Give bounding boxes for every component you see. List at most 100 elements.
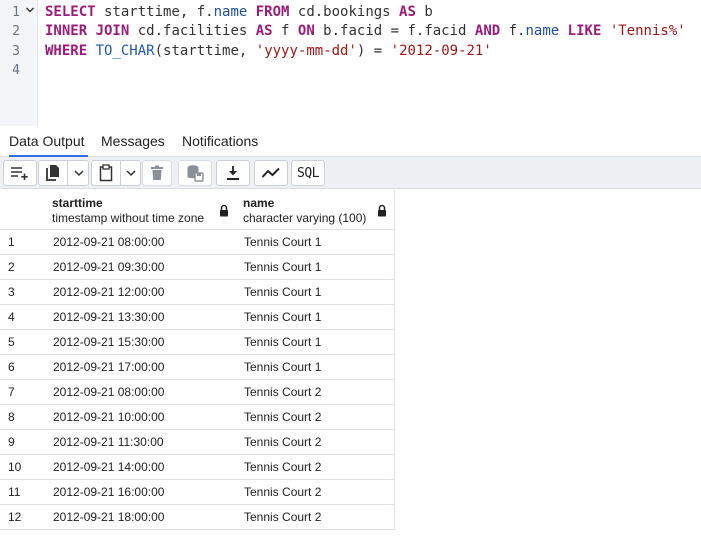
code-line-2[interactable]: INNER JOIN cd.facilities AS f ON b.facid… [45, 22, 686, 41]
chevron-down-icon [73, 170, 84, 177]
starttime-cell[interactable]: 2012-09-21 17:00:00 [45, 355, 237, 380]
row-number-cell[interactable]: 4 [0, 305, 46, 330]
name-cell[interactable]: Tennis Court 2 [236, 430, 395, 455]
row-number-cell[interactable]: 2 [0, 255, 46, 280]
code-token: 'yyyy-mm-dd' [255, 43, 357, 59]
code-token: cd.facilities [129, 23, 256, 39]
code-token: SELECT [45, 4, 96, 20]
column-name: starttime [52, 196, 103, 210]
starttime-cell[interactable]: 2012-09-21 08:00:00 [45, 230, 237, 255]
column-header-starttime[interactable]: starttime timestamp without time zone [45, 190, 237, 230]
name-cell[interactable]: Tennis Court 1 [236, 255, 395, 280]
code-line-1[interactable]: SELECT starttime, f.name FROM cd.booking… [45, 3, 433, 22]
code-token: '2012-09-21' [390, 43, 492, 59]
name-cell[interactable]: Tennis Court 2 [236, 480, 395, 505]
starttime-cell[interactable]: 2012-09-21 08:00:00 [45, 380, 237, 405]
starttime-cell[interactable]: 2012-09-21 09:30:00 [45, 255, 237, 280]
name-cell[interactable]: Tennis Court 1 [236, 355, 395, 380]
line-number: 2 [12, 24, 20, 39]
query-editor[interactable]: 1 2 3 4 SELECT starttime, f.name FROM cd… [0, 0, 701, 126]
name-cell[interactable]: Tennis Court 1 [236, 305, 395, 330]
row-number-cell[interactable]: 8 [0, 405, 46, 430]
data-output-toolbar: SQL [0, 157, 701, 189]
copy-options-dropdown[interactable] [68, 161, 89, 185]
column-type: timestamp without time zone [52, 211, 205, 225]
starttime-cell[interactable]: 2012-09-21 10:00:00 [45, 405, 237, 430]
delete-icon [151, 165, 163, 180]
row-number-cell[interactable]: 9 [0, 430, 46, 455]
download-icon [227, 166, 239, 180]
column-header-name[interactable]: name character varying (100) [236, 190, 395, 230]
starttime-cell[interactable]: 2012-09-21 12:00:00 [45, 280, 237, 305]
add-row-button[interactable] [3, 160, 37, 186]
paste-options-dropdown[interactable] [121, 161, 141, 185]
download-button[interactable] [216, 160, 250, 186]
code-token: WHERE [45, 43, 88, 59]
graph-visualiser-button[interactable] [254, 160, 288, 186]
view-sql-button[interactable]: SQL [291, 160, 325, 186]
code-token: ) = [356, 43, 391, 59]
name-cell[interactable]: Tennis Court 2 [236, 405, 395, 430]
row-number-cell[interactable]: 3 [0, 280, 46, 305]
name-cell[interactable]: Tennis Court 1 [236, 330, 395, 355]
name-cell[interactable]: Tennis Court 1 [236, 230, 395, 255]
row-number-cell[interactable]: 1 [0, 230, 46, 255]
save-data-button[interactable] [178, 160, 212, 186]
starttime-cell[interactable]: 2012-09-21 18:00:00 [45, 505, 237, 530]
add-row-icon [11, 167, 28, 180]
code-token: FROM [255, 4, 290, 20]
row-number-cell[interactable]: 5 [0, 330, 46, 355]
paste-button[interactable] [92, 161, 120, 185]
row-number-cell[interactable]: 7 [0, 380, 46, 405]
output-tabs: Data Output Messages Notifications [0, 126, 701, 157]
name-cell[interactable]: Tennis Court 1 [236, 280, 395, 305]
sql-label: SQL [297, 165, 319, 181]
name-cell[interactable]: Tennis Court 2 [236, 380, 395, 405]
save-data-icon [187, 165, 204, 182]
starttime-cell[interactable]: 2012-09-21 15:30:00 [45, 330, 237, 355]
starttime-cell[interactable]: 2012-09-21 11:30:00 [45, 430, 237, 455]
starttime-cell[interactable]: 2012-09-21 16:00:00 [45, 480, 237, 505]
line-number: 1 [12, 5, 20, 20]
row-number-cell[interactable]: 11 [0, 480, 46, 505]
code-token: name [213, 4, 248, 20]
code-token: AS [399, 4, 416, 20]
copy-button[interactable] [39, 161, 67, 185]
row-number-cell[interactable]: 12 [0, 505, 46, 530]
code-token: b [415, 4, 433, 20]
code-line-3[interactable]: WHERE TO_CHAR(starttime, 'yyyy-mm-dd') =… [45, 42, 492, 61]
paste-button-group [91, 160, 141, 186]
code-token: TO_CHAR [95, 43, 155, 59]
code-token: ON [297, 23, 315, 39]
starttime-cell[interactable]: 2012-09-21 13:30:00 [45, 305, 237, 330]
paste-icon [99, 164, 113, 182]
column-name: name [243, 196, 275, 210]
code-token: f. [500, 23, 526, 39]
fold-chevron-icon[interactable] [25, 5, 35, 15]
row-number-cell[interactable]: 10 [0, 455, 46, 480]
code-token: AND [474, 23, 501, 39]
line-number-gutter: 1 2 3 4 [0, 0, 38, 126]
tab-data-output[interactable]: Data Output [9, 126, 88, 157]
row-number-header[interactable] [0, 190, 46, 230]
code-token: starttime, f. [95, 4, 214, 20]
starttime-cell[interactable]: 2012-09-21 14:00:00 [45, 455, 237, 480]
lock-icon [220, 204, 228, 217]
column-type: character varying (100) [243, 211, 367, 225]
graph-icon [261, 167, 280, 178]
line-number: 3 [12, 44, 20, 59]
tab-messages[interactable]: Messages [101, 126, 165, 157]
row-number-cell[interactable]: 6 [0, 355, 46, 380]
chevron-down-icon [126, 170, 136, 177]
name-cell[interactable]: Tennis Court 2 [236, 455, 395, 480]
code-token: AS [255, 23, 273, 39]
delete-row-button[interactable] [142, 160, 172, 186]
tab-notifications[interactable]: Notifications [182, 126, 258, 157]
lock-icon [378, 204, 386, 217]
code-token: cd.bookings [289, 4, 400, 20]
name-cell[interactable]: Tennis Court 2 [236, 505, 395, 530]
